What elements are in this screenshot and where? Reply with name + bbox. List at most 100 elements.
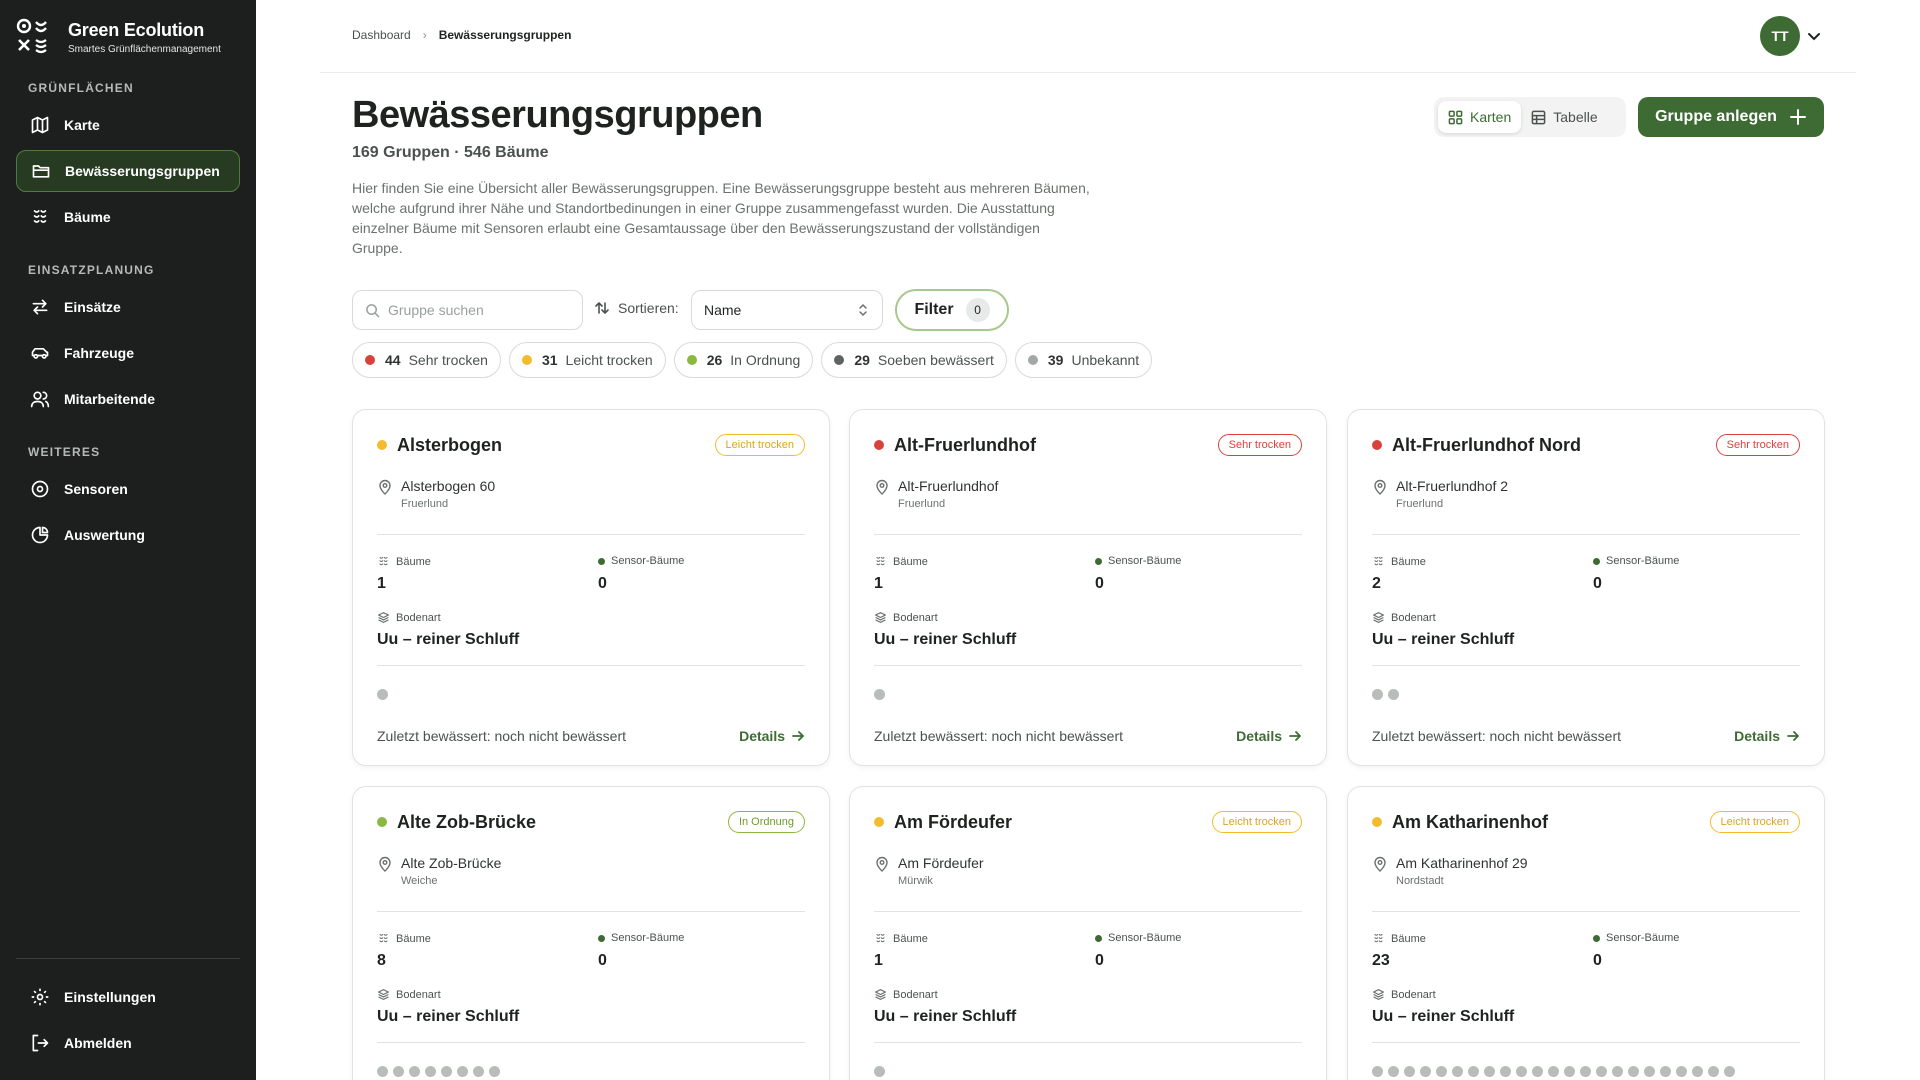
sidebar-item-label: Sensoren: [64, 481, 128, 497]
card-header: Alt-Fruerlundhof Sehr trocken: [874, 434, 1302, 456]
sensor-dot: [598, 557, 605, 565]
sidebar-item-label: Bewässerungsgruppen: [65, 163, 220, 179]
sidebar-item-label: Mitarbeitende: [64, 391, 156, 407]
sidebar-item-einstellungen[interactable]: Einstellungen: [16, 976, 240, 1018]
location-district: Nordstadt: [1396, 875, 1444, 887]
header-divider: [320, 72, 1856, 73]
tree-icon: [1374, 556, 1383, 566]
sort-label: Sortieren:: [594, 300, 679, 316]
status-chip-label: Unbekannt: [1071, 352, 1140, 368]
trees-label-text: Bäume: [396, 555, 431, 568]
sidebar-item-fahrzeuge[interactable]: Fahrzeuge: [16, 332, 240, 374]
view-table-button[interactable]: Tabelle: [1521, 101, 1607, 133]
app-tagline: Smartes Grünflächenmanagement: [68, 43, 221, 55]
create-group-button[interactable]: Gruppe anlegen: [1638, 97, 1824, 137]
soil-label: Bodenart: [377, 611, 441, 624]
sensor-trees-count: 0: [1593, 575, 1602, 592]
status-badge: In Ordnung: [727, 811, 805, 833]
arrow-right-icon: [1787, 731, 1799, 741]
sidebar-item-label: Auswertung: [64, 527, 145, 543]
sidebar-item-baeume[interactable]: Bäume: [16, 196, 240, 238]
group-name: Am Katharinenhof: [1372, 812, 1548, 833]
view-toggle: Karten Tabelle: [1434, 97, 1626, 137]
app-name: Green Ecolution: [68, 19, 205, 40]
sensor-trees-label: Sensor-Bäume: [1593, 555, 1679, 567]
sidebar-item-auswertung[interactable]: Auswertung: [16, 514, 240, 556]
status-chip-count: 26: [706, 352, 723, 368]
tree-dot: [1500, 1066, 1511, 1077]
status-chip-leicht-trocken[interactable]: 31 Leicht trocken: [508, 342, 666, 378]
group-name: Alt-Fruerlundhof: [874, 435, 1036, 456]
location-street: Alte Zob-Brücke: [401, 855, 502, 871]
status-chip-sehr-trocken[interactable]: 44 Sehr trocken: [352, 342, 501, 378]
location-pin-icon: [379, 856, 391, 872]
status-badge: Sehr trocken: [1217, 434, 1302, 456]
tree-dot: [377, 1066, 388, 1077]
tree-dot: [1548, 1066, 1559, 1077]
tree-dot: [1660, 1066, 1671, 1077]
tree-dots: [874, 689, 885, 700]
group-name-text: Am Fördeufer: [894, 811, 1013, 832]
details-link[interactable]: Details: [739, 728, 805, 744]
view-cards-button[interactable]: Karten: [1438, 101, 1522, 133]
group-card[interactable]: Alt-Fruerlundhof Sehr trocken Alt-Fruerl…: [849, 409, 1327, 766]
last-watered: Zuletzt bewässert: noch nicht bewässert: [377, 728, 627, 744]
status-dot: [834, 355, 845, 365]
status-dot: [1027, 355, 1038, 365]
group-card[interactable]: Alt-Fruerlundhof Nord Sehr trocken Alt-F…: [1347, 409, 1825, 766]
details-link[interactable]: Details: [1734, 728, 1800, 744]
status-dot: [874, 440, 884, 450]
group-card[interactable]: Alsterbogen Leicht trocken Alsterbogen 6…: [352, 409, 830, 766]
sidebar-item-label: Einsätze: [64, 299, 121, 315]
sidebar-item-einsaetze[interactable]: Einsätze: [16, 286, 240, 328]
breadcrumb-dashboard-link[interactable]: Dashboard: [352, 28, 411, 42]
sort-label-text: Sortieren:: [618, 300, 679, 316]
status-dot: [874, 817, 884, 827]
group-card[interactable]: Alte Zob-Brücke In Ordnung Alte Zob-Brüc…: [352, 786, 830, 1080]
app-logo[interactable]: Green Ecolution Smartes Grünflächenmanag…: [16, 18, 221, 56]
tree-dots: [377, 1066, 500, 1077]
card-header: Am Fördeufer Leicht trocken: [874, 811, 1302, 833]
status-chip-soeben-bewaessert[interactable]: 29 Soeben bewässert: [821, 342, 1007, 378]
filter-count-badge: 0: [965, 298, 990, 322]
trees-count: 1: [874, 952, 883, 969]
sidebar-item-mitarbeitende[interactable]: Mitarbeitende: [16, 378, 240, 420]
card-divider: [377, 534, 805, 535]
sensor-trees-count: 0: [598, 952, 607, 969]
group-location: Alsterbogen 60 Fruerlund: [377, 478, 495, 510]
chevron-down-icon[interactable]: [1806, 28, 1822, 44]
group-card[interactable]: Am Fördeufer Leicht trocken Am Fördeufer…: [849, 786, 1327, 1080]
sidebar-item-karte[interactable]: Karte: [16, 104, 240, 146]
user-avatar[interactable]: TT: [1760, 16, 1800, 56]
logo-icon: [16, 18, 47, 54]
sort-select[interactable]: Name: [691, 290, 883, 330]
grid-icon: [1448, 110, 1463, 124]
group-name-text: Alte Zob-Brücke: [397, 811, 537, 832]
soil-label-text: Bodenart: [893, 611, 938, 624]
tree-dot: [1404, 1066, 1415, 1077]
status-chip-unbekannt[interactable]: 39 Unbekannt: [1014, 342, 1153, 378]
soil-label: Bodenart: [874, 611, 938, 624]
chevron-right-icon: ›: [422, 28, 427, 42]
status-badge: Leicht trocken: [1709, 811, 1800, 833]
layers-icon: [1373, 989, 1384, 1000]
layers-icon: [378, 612, 389, 623]
tree-dots: [1372, 1066, 1735, 1077]
sidebar-item-sensoren[interactable]: Sensoren: [16, 468, 240, 510]
sidebar-item-label: Abmelden: [64, 1035, 132, 1051]
logout-icon: [32, 1034, 49, 1052]
card-divider: [874, 665, 1302, 666]
group-card[interactable]: Am Katharinenhof Leicht trocken Am Katha…: [1347, 786, 1825, 1080]
group-name-text: Am Katharinenhof: [1392, 811, 1549, 832]
search-input[interactable]: [388, 302, 568, 318]
sidebar-item-abmelden[interactable]: Abmelden: [16, 1022, 240, 1064]
details-link[interactable]: Details: [1236, 728, 1302, 744]
status-chip-in-ordnung[interactable]: 26 In Ordnung: [673, 342, 814, 378]
sensor-trees-label: Sensor-Bäume: [1593, 932, 1679, 944]
group-location: Am Fördeufer Mürwik: [874, 855, 984, 887]
sidebar-item-bewaesserungsgruppen[interactable]: Bewässerungsgruppen: [16, 150, 240, 192]
search-box: [352, 290, 583, 330]
tree-dot: [473, 1066, 484, 1077]
swap-arrows-icon: [32, 299, 48, 315]
filter-button[interactable]: Filter 0: [895, 289, 1009, 331]
